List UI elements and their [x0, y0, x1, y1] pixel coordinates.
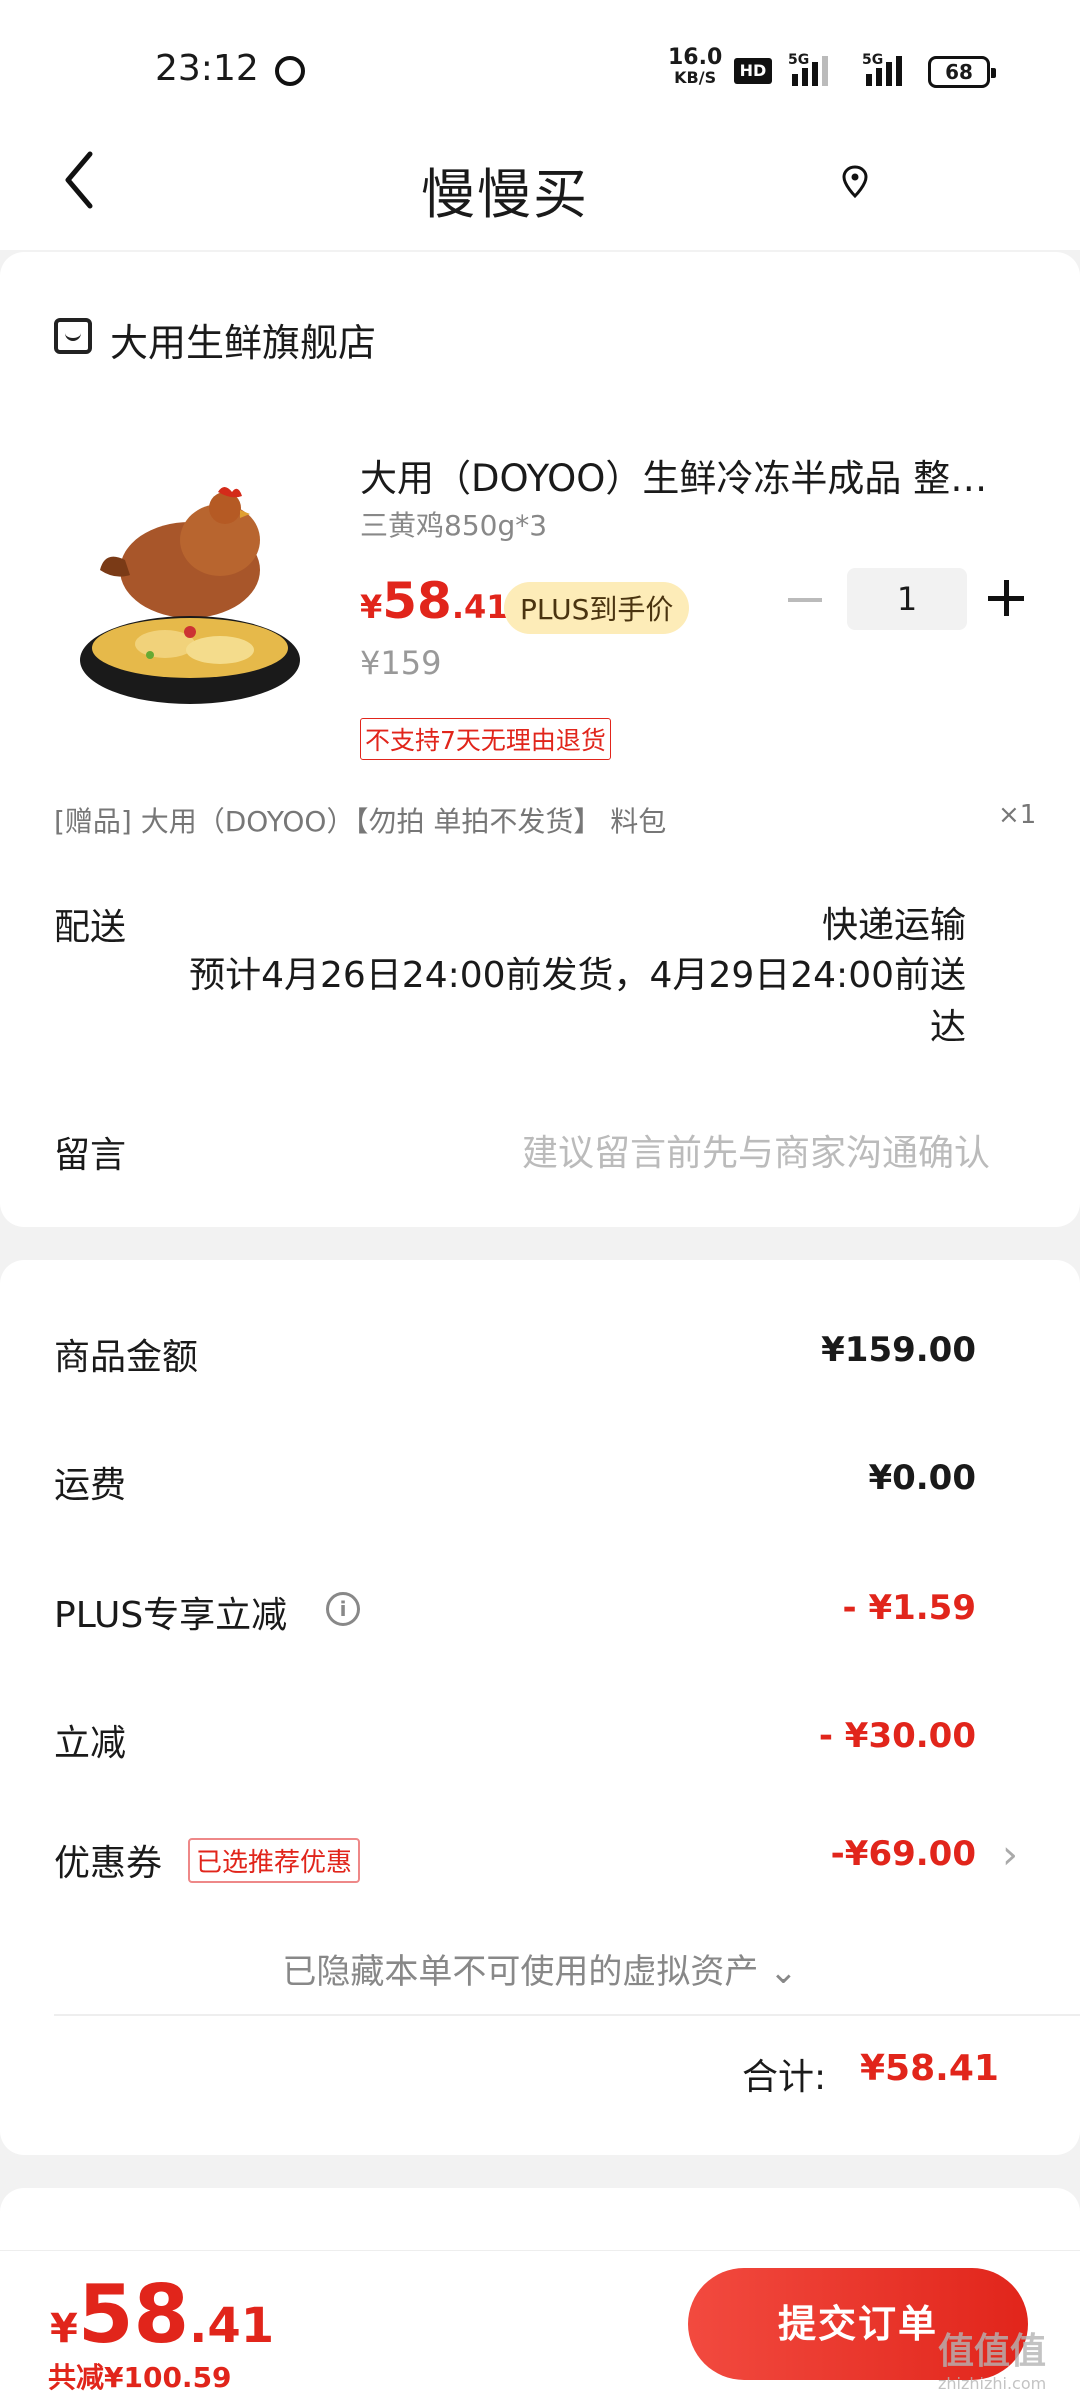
signal-icon-2: 5G [862, 52, 908, 86]
network-speed: 16.0 KB/S [668, 45, 723, 88]
battery-icon: 68 [928, 56, 996, 88]
network-speed-unit: KB/S [674, 68, 717, 87]
price-integer: 58 [382, 572, 452, 630]
coupon-value[interactable]: -¥69.00 [831, 1834, 976, 1874]
message-label: 留言 [54, 1135, 127, 1176]
bottom-total-price: ¥58.41 [50, 2268, 274, 2361]
product-image[interactable] [70, 460, 310, 720]
chevron-right-icon[interactable]: › [1002, 1832, 1018, 1878]
shipping-estimate: 预计4月26日24:00前发货，4月29日24:00前送达 [189, 955, 966, 1048]
bottom-price-currency: ¥ [50, 2306, 78, 2352]
coupon-label[interactable]: 优惠券 [54, 1834, 162, 1886]
price-summary-card [0, 1260, 1080, 2155]
price-decimal: .41 [451, 588, 509, 626]
shop-icon [54, 318, 92, 354]
signal-net-label-2: 5G [862, 52, 884, 68]
location-pin-icon[interactable] [840, 164, 870, 200]
bottom-price-decimal: .41 [189, 2298, 275, 2354]
shipping-label: 配送 [54, 907, 127, 948]
goods-amount-label: 商品金额 [54, 1337, 199, 1378]
message-input[interactable]: 建议留言前先与商家沟通确认 [522, 1124, 990, 1176]
instant-discount-label: 立减 [54, 1723, 127, 1764]
coupon-recommended-tag: 已选推荐优惠 [188, 1838, 361, 1883]
quantity-increase-button[interactable] [988, 580, 1024, 616]
quantity-input[interactable]: 1 [847, 568, 967, 630]
price-currency: ¥ [360, 588, 383, 626]
watermark-text: 值值值 [938, 2331, 1047, 2372]
gift-quantity: ×1 [998, 800, 1037, 830]
signal-net-label: 5G [788, 52, 810, 68]
freight-label: 运费 [54, 1465, 127, 1506]
plus-discount-value: - ¥1.59 [842, 1588, 977, 1628]
watermark-sub: zhizhizhi.com [938, 2374, 1047, 2393]
info-icon[interactable]: i [326, 1592, 360, 1626]
original-price: ¥159 [360, 644, 442, 682]
total-label: 合计: [742, 2057, 827, 2098]
gift-item: [赠品] 大用（DOYOO）【勿拍 单拍不发货】 料包 [54, 805, 667, 838]
shipping-method[interactable]: 快递运输 [822, 896, 966, 948]
product-title[interactable]: 大用（DOYOO）生鲜冷冻半成品 整只装 三黄鸡 [360, 448, 1000, 502]
notification-icon [275, 56, 305, 86]
network-speed-value: 16.0 [668, 45, 723, 70]
total-saved[interactable]: 共减¥100.59 [48, 2356, 232, 2396]
freight-value: ¥0.00 [868, 1458, 976, 1498]
divider [54, 2014, 1080, 2016]
plus-price-badge: PLUS到手价 [504, 582, 690, 634]
instant-discount-value: - ¥30.00 [818, 1716, 976, 1756]
plus-discount-label: PLUS专享立减 [54, 1595, 288, 1636]
signal-icon: 5G [788, 52, 834, 86]
no-return-tag: 不支持7天无理由退货 [360, 718, 611, 760]
goods-amount-value: ¥159.00 [821, 1330, 976, 1370]
hd-icon: HD [734, 58, 772, 84]
watermark-logo: 值值值 zhizhizhi.com [938, 2322, 1046, 2393]
quantity-decrease-button[interactable] [788, 598, 822, 602]
status-time: 23:12 [155, 48, 259, 89]
total-value: ¥58.41 [860, 2048, 999, 2089]
product-price: ¥58.41 [360, 572, 509, 630]
product-spec: 三黄鸡850g*3 [360, 509, 548, 542]
shop-name[interactable]: 大用生鲜旗舰店 [110, 312, 376, 367]
hidden-assets-toggle[interactable]: 已隐藏本单不可使用的虚拟资产 ⌄ [0, 1944, 1080, 1993]
bottom-price-integer: 58 [77, 2268, 190, 2361]
